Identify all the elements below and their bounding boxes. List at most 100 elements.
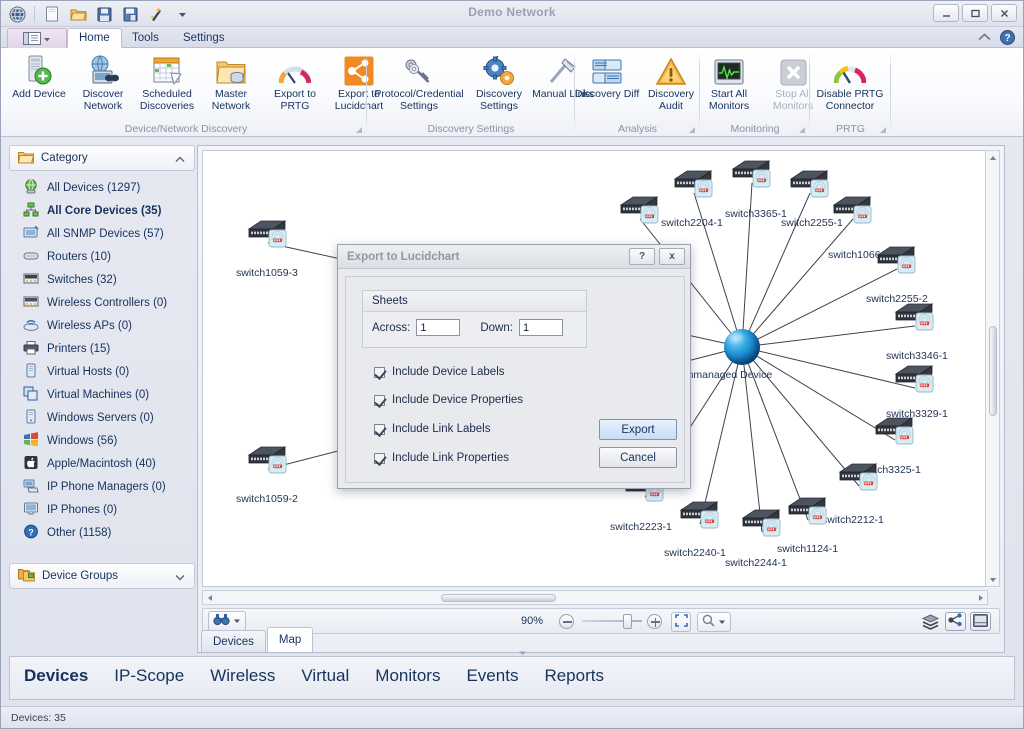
- checkbox-include-link-labels[interactable]: Include Link Labels: [374, 423, 490, 435]
- ribbon-button-discovery-diff[interactable]: Discovery Diff: [575, 50, 639, 118]
- sidebar-item-routers[interactable]: Routers (10): [9, 245, 195, 268]
- zoom-out-button[interactable]: [559, 614, 574, 629]
- sidebar-item-all-devices[interactable]: All Devices (1297): [9, 176, 195, 199]
- map-node-switch3329-1[interactable]: switch3329-1: [886, 362, 948, 420]
- application-menu-button[interactable]: [7, 28, 67, 48]
- sidebar-item-switches[interactable]: Switches (32): [9, 268, 195, 291]
- maximize-button[interactable]: [962, 4, 988, 22]
- collapse-ribbon-icon[interactable]: [977, 32, 992, 46]
- tab-tools[interactable]: Tools: [121, 28, 170, 48]
- zoom-in-button[interactable]: [647, 614, 662, 629]
- tab-map[interactable]: Map: [266, 627, 314, 652]
- sidebar-item-all-core-devices[interactable]: All Core Devices (35): [9, 199, 195, 222]
- nav-item-ip-scope[interactable]: IP-Scope: [114, 666, 184, 686]
- nav-item-events[interactable]: Events: [466, 666, 518, 686]
- map-node-switch1059-3[interactable]: switch1059-3: [236, 217, 298, 279]
- map-node-switch2244-1[interactable]: switch2244-1: [725, 506, 787, 569]
- export-button[interactable]: Export: [599, 419, 677, 440]
- chevron-down-icon[interactable]: [175, 572, 185, 584]
- ribbon-button-discover-network[interactable]: Discover Network: [71, 50, 135, 118]
- checkbox-include-device-labels[interactable]: Include Device Labels: [374, 366, 505, 378]
- checkbox-include-link-properties[interactable]: Include Link Properties: [374, 452, 509, 464]
- nav-item-monitors[interactable]: Monitors: [375, 666, 440, 686]
- checkbox-include-device-properties[interactable]: Include Device Properties: [374, 394, 523, 406]
- sidebar-item-all-snmp-devices[interactable]: All SNMP Devices (57): [9, 222, 195, 245]
- sidebar-item-virtual-machines[interactable]: Virtual Machines (0): [9, 383, 195, 406]
- nav-item-reports[interactable]: Reports: [544, 666, 604, 686]
- tab-settings[interactable]: Settings: [172, 28, 236, 48]
- dialog-launcher-icon[interactable]: [689, 127, 696, 134]
- map-node-switch2255-2[interactable]: switch2255-2: [866, 243, 928, 305]
- help-icon[interactable]: ?: [1000, 30, 1015, 48]
- tab-devices[interactable]: Devices: [201, 630, 266, 652]
- horizontal-scroll-thumb[interactable]: [441, 594, 556, 602]
- checkbox-icon[interactable]: [374, 366, 385, 378]
- map-node-switch1066-1[interactable]: switch1066-1: [828, 193, 890, 261]
- ribbon-button-add-device[interactable]: Add Device: [7, 50, 71, 118]
- ribbon-button-export-to-prtg[interactable]: Export to PRTG: [263, 50, 327, 118]
- list-view-button[interactable]: [970, 612, 991, 631]
- topology-view-button[interactable]: [945, 612, 966, 631]
- map-link[interactable]: [741, 325, 916, 348]
- nav-item-virtual[interactable]: Virtual: [301, 666, 349, 686]
- scroll-up-arrow-icon[interactable]: [986, 151, 999, 164]
- sidebar-item-printers[interactable]: Printers (15): [9, 337, 195, 360]
- fit-to-screen-button[interactable]: [671, 612, 691, 632]
- sidebar-item-wireless-aps[interactable]: Wireless APs (0): [9, 314, 195, 337]
- device-groups-header[interactable]: Device Groups: [9, 563, 195, 589]
- dialog-launcher-icon[interactable]: [356, 127, 363, 134]
- ribbon-button-discovery-settings[interactable]: Discovery Settings: [467, 50, 531, 118]
- category-panel-header[interactable]: Category: [9, 145, 195, 171]
- across-input[interactable]: [416, 319, 461, 336]
- map-node-switch2255-1[interactable]: switch2255-1: [781, 167, 843, 229]
- scroll-left-arrow-icon[interactable]: [203, 591, 216, 604]
- sidebar-item-other[interactable]: ? Other (1158): [9, 521, 195, 544]
- dialog-launcher-icon[interactable]: [799, 127, 806, 134]
- dialog-close-button[interactable]: x: [659, 248, 685, 265]
- map-node-switch2212-1[interactable]: switch2212-1: [822, 460, 884, 526]
- nav-item-wireless[interactable]: Wireless: [210, 666, 275, 686]
- checkbox-icon[interactable]: [374, 423, 385, 435]
- sidebar-item-ip-phone-managers[interactable]: IP Phone Managers (0): [9, 475, 195, 498]
- checkbox-icon[interactable]: [374, 394, 385, 406]
- map-node-switch2240-1[interactable]: switch2240-1: [664, 498, 726, 559]
- sidebar-item-wireless-controllers[interactable]: Wireless Controllers (0): [9, 291, 195, 314]
- cancel-button[interactable]: Cancel: [599, 447, 677, 468]
- sidebar-item-windows-servers[interactable]: Windows Servers (0): [9, 406, 195, 429]
- map-link[interactable]: [741, 268, 898, 348]
- ribbon-button-disable-prtg-connector[interactable]: Disable PRTG Connector: [814, 50, 886, 118]
- sidebar-item-virtual-hosts[interactable]: Virtual Hosts (0): [9, 360, 195, 383]
- close-button[interactable]: [991, 4, 1017, 22]
- dialog-help-button[interactable]: ?: [629, 248, 655, 265]
- sidebar-item-windows[interactable]: Windows (56): [9, 429, 195, 452]
- tab-home[interactable]: Home: [67, 28, 122, 48]
- map-node-switch3325-1[interactable]: switch3325-1: [859, 414, 921, 476]
- ribbon-button-master-network[interactable]: Master Network: [199, 50, 263, 118]
- sidebar-item-ip-phones[interactable]: IP Phones (0): [9, 498, 195, 521]
- scroll-down-arrow-icon[interactable]: [986, 573, 999, 586]
- ribbon-button-scheduled-discoveries[interactable]: Scheduled Discoveries: [135, 50, 199, 118]
- caret-down-icon[interactable]: [233, 615, 241, 627]
- caret-down-icon[interactable]: [718, 616, 726, 628]
- grip-caret-icon[interactable]: [516, 648, 529, 660]
- ribbon-button-protocol-credential-settings[interactable]: Protocol/Credential Settings: [371, 50, 467, 118]
- magnifier-button[interactable]: [697, 612, 731, 632]
- zoom-slider[interactable]: [582, 614, 642, 629]
- map-vertical-scrollbar[interactable]: [985, 150, 1000, 587]
- map-node-switch3346-1[interactable]: switch3346-1: [886, 300, 948, 362]
- map-node-switch1124-1[interactable]: switch1124-1: [777, 494, 838, 555]
- down-input[interactable]: [518, 319, 563, 336]
- dialog-launcher-icon[interactable]: [880, 127, 887, 134]
- checkbox-icon[interactable]: [374, 452, 385, 464]
- map-node-switch1059-2[interactable]: switch1059-2: [236, 443, 298, 505]
- map-link[interactable]: [741, 218, 854, 348]
- map-horizontal-scrollbar[interactable]: [202, 590, 988, 605]
- ribbon-button-start-all-monitors[interactable]: Start All Monitors: [697, 50, 761, 118]
- zoom-slider-knob[interactable]: [623, 614, 632, 629]
- sidebar-item-apple-macintosh[interactable]: Apple/Macintosh (40): [9, 452, 195, 475]
- ribbon-button-discovery-audit[interactable]: Discovery Audit: [639, 50, 703, 118]
- minimize-button[interactable]: [933, 4, 959, 22]
- layers-icon[interactable]: [921, 614, 940, 633]
- nav-item-devices[interactable]: Devices: [24, 666, 88, 686]
- chevron-up-icon[interactable]: [175, 154, 185, 166]
